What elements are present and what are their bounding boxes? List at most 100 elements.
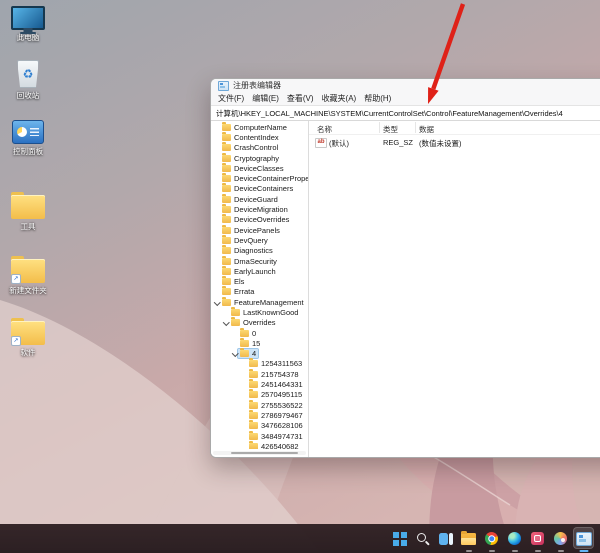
tree-item-0[interactable]: 0 <box>211 328 308 338</box>
desktop-icon-recycle-bin[interactable]: 回收站 <box>1 60 55 100</box>
tree-item-Cryptography[interactable]: Cryptography <box>211 153 308 163</box>
horizontal-scrollbar-thumb[interactable] <box>231 452 298 454</box>
taskbar-chrome-button[interactable] <box>480 524 503 553</box>
folder-icon <box>222 196 231 203</box>
tree-item-426540682[interactable]: 426540682 <box>211 441 308 449</box>
taskbar-explorer-button[interactable] <box>457 524 480 553</box>
running-indicator <box>512 550 518 552</box>
folder-icon <box>240 340 249 347</box>
tree-item-4[interactable]: 4 <box>211 349 308 359</box>
reg-sz-icon: ab <box>315 138 327 148</box>
tree-item-2451464331[interactable]: 2451464331 <box>211 379 308 389</box>
taskbar-taskview-button[interactable] <box>434 524 457 553</box>
tree-item-DevQuery[interactable]: DevQuery <box>211 235 308 245</box>
menu-item-文[interactable]: 文件(F) <box>218 93 244 104</box>
address-path: 计算机\HKEY_LOCAL_MACHINE\SYSTEM\CurrentCon… <box>216 108 563 119</box>
folder-icon <box>222 227 231 234</box>
desktop-icon-folder-downloads[interactable]: ↗ 新建文件夹 <box>1 256 55 295</box>
tree-item-1254311563[interactable]: 1254311563 <box>211 359 308 369</box>
folder-icon <box>222 216 231 223</box>
tree-item-DeviceOverrides[interactable]: DeviceOverrides <box>211 215 308 225</box>
tree-item-15[interactable]: 15 <box>211 338 308 348</box>
tree-item-EarlyLaunch[interactable]: EarlyLaunch <box>211 266 308 276</box>
taskbar-edge-button[interactable] <box>503 524 526 553</box>
tree-item-215754378[interactable]: 215754378 <box>211 369 308 379</box>
taskbar-photos-button[interactable] <box>526 524 549 553</box>
chevron-placeholder <box>213 174 220 184</box>
tree-item-DeviceMigration[interactable]: DeviceMigration <box>211 204 308 214</box>
tree-item-DevicePanels[interactable]: DevicePanels <box>211 225 308 235</box>
tree-item-3476628106[interactable]: 3476628106 <box>211 421 308 431</box>
tree-item-label: 0 <box>252 329 256 338</box>
title-bar[interactable]: 注册表编辑器 <box>211 79 600 92</box>
menu-item-编[interactable]: 编辑(E) <box>252 93 279 104</box>
tree-item-2755536522[interactable]: 2755536522 <box>211 400 308 410</box>
registry-value-row[interactable]: ab (默认) REG_SZ (数值未设置) <box>309 137 600 148</box>
tree-item-Diagnostics[interactable]: Diagnostics <box>211 246 308 256</box>
tree-item-label: DeviceOverrides <box>234 215 289 224</box>
chevron-placeholder <box>213 277 220 287</box>
folder-icon <box>249 412 258 419</box>
menu-bar: 文件(F) 编辑(E) 查看(V) 收藏夹(A) 帮助(H) <box>211 92 600 105</box>
tree-item-DeviceContainers[interactable]: DeviceContainers <box>211 184 308 194</box>
column-header-type[interactable]: 类型 <box>383 124 398 135</box>
desktop-icon-control-panel[interactable]: 控制面板 <box>1 120 55 156</box>
chevron-placeholder <box>231 328 238 338</box>
tree-item-DmaSecurity[interactable]: DmaSecurity <box>211 256 308 266</box>
tree-item-DeviceClasses[interactable]: DeviceClasses <box>211 163 308 173</box>
desktop-icon-folder-soft[interactable]: ↗软件 <box>1 318 55 357</box>
value-name: (默认) <box>329 138 349 149</box>
address-bar[interactable]: 计算机\HKEY_LOCAL_MACHINE\SYSTEM\CurrentCon… <box>211 105 600 121</box>
tree-item-Errata[interactable]: Errata <box>211 287 308 297</box>
taskbar-paint-button[interactable] <box>549 524 572 553</box>
tree-item-DeviceGuard[interactable]: DeviceGuard <box>211 194 308 204</box>
window-body: ComputerNameContentIndexCrashControlCryp… <box>211 121 600 457</box>
tree-item-label: LastKnownGood <box>243 308 298 317</box>
tree-node: DeviceContainers <box>220 184 295 193</box>
chevron-down-icon[interactable] <box>213 297 220 307</box>
tree-item-Overrides[interactable]: Overrides <box>211 318 308 328</box>
menu-item-收[interactable]: 收藏夹(A) <box>322 93 357 104</box>
tree-item-ComputerName[interactable]: ComputerName <box>211 122 308 132</box>
tree-node: 2451464331 <box>247 380 305 389</box>
taskbar-regedit-button[interactable] <box>572 524 595 553</box>
tree-item-LastKnownGood[interactable]: LastKnownGood <box>211 307 308 317</box>
desktop-icon-folder-tools[interactable]: 工具 <box>1 192 55 231</box>
horizontal-scrollbar[interactable] <box>213 451 306 455</box>
tree-item-DeviceContainerPropertyUpda[interactable]: DeviceContainerPropertyUpda <box>211 173 308 183</box>
column-header-name[interactable]: 名称 <box>317 124 332 135</box>
column-divider[interactable] <box>379 122 380 133</box>
menu-item-查[interactable]: 查看(V) <box>287 93 314 104</box>
tree-node: 15 <box>238 339 262 348</box>
tree-item-ContentIndex[interactable]: ContentIndex <box>211 132 308 142</box>
folder-icon <box>222 155 231 162</box>
folder-icon <box>249 443 258 449</box>
taskbar-search-button[interactable] <box>411 524 434 553</box>
folder-icon <box>222 278 231 285</box>
tree-view: ComputerNameContentIndexCrashControlCryp… <box>211 122 308 449</box>
chevron-down-icon[interactable] <box>231 349 238 359</box>
shortcut-arrow-icon: ↗ <box>11 274 21 284</box>
tree-item-label: DevicePanels <box>234 226 280 235</box>
taskbar-start-button[interactable] <box>388 524 411 553</box>
paint-icon <box>554 532 567 545</box>
column-divider[interactable] <box>415 122 416 133</box>
tree-item-2786979467[interactable]: 2786979467 <box>211 410 308 420</box>
desktop-icon-label: 新建文件夹 <box>1 287 55 295</box>
chevron-placeholder <box>213 194 220 204</box>
window-title: 注册表编辑器 <box>233 80 281 91</box>
tree-item-2570495115[interactable]: 2570495115 <box>211 390 308 400</box>
tree-item-CrashControl[interactable]: CrashControl <box>211 143 308 153</box>
column-header-data[interactable]: 数据 <box>419 124 434 135</box>
desktop-icon-this-pc[interactable]: 此电脑 <box>1 6 55 42</box>
tree-item-label: Diagnostics <box>234 246 273 255</box>
tree-item-label: EarlyLaunch <box>234 267 276 276</box>
tree-item-3484974731[interactable]: 3484974731 <box>211 431 308 441</box>
recycle-bin-icon <box>17 60 39 88</box>
chevron-down-icon[interactable] <box>222 318 229 328</box>
menu-item-帮[interactable]: 帮助(H) <box>364 93 391 104</box>
tree-item-Els[interactable]: Els <box>211 276 308 286</box>
tree-item-FeatureManagement[interactable]: FeatureManagement <box>211 297 308 307</box>
list-header-row: 名称 类型 数据 <box>309 121 600 135</box>
chevron-placeholder <box>240 400 247 410</box>
